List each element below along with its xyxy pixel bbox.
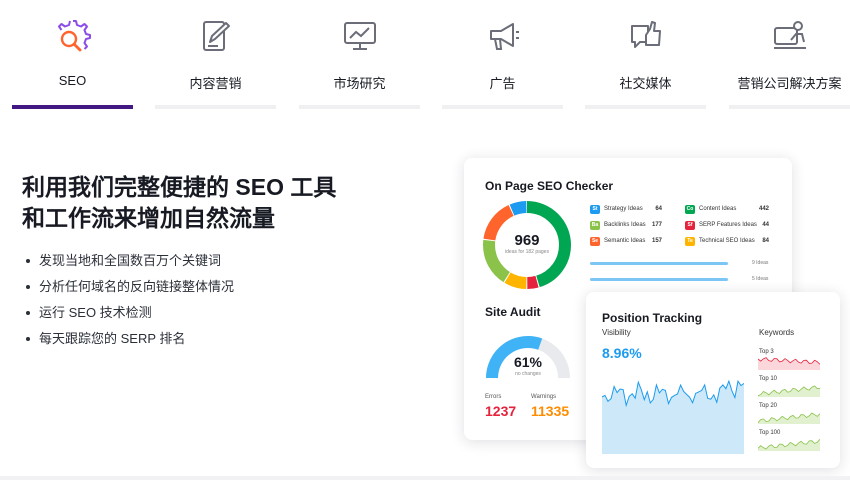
- idea-badge: Ba: [590, 221, 600, 230]
- tab-label: SEO: [58, 73, 87, 88]
- tab-active-indicator: [12, 105, 133, 109]
- idea-name: Content Ideas: [699, 206, 737, 212]
- idea-row-content: Co Content Ideas 442: [685, 204, 771, 216]
- tab-label: 营销公司解决方案: [737, 76, 842, 91]
- page-root: SEO 内容营销 市场研究 广告 社交媒体 营销公司解决方案 利用我们完整便捷的…: [0, 0, 850, 480]
- visibility-chart: [602, 379, 744, 454]
- ideas-progress-label: 9 Ideas: [752, 260, 769, 266]
- ideas-total: 969: [514, 232, 540, 249]
- section-divider: [0, 476, 850, 480]
- visibility-label: Visibility: [602, 328, 631, 337]
- tab-indicator: [299, 105, 420, 109]
- seo-gear-magnifier-icon: [57, 20, 91, 52]
- tab-label: 市场研究: [333, 76, 386, 91]
- thumbs-up-chat-icon: [630, 21, 661, 48]
- idea-badge: Te: [685, 237, 695, 246]
- site-audit-percent: 61%: [513, 354, 543, 370]
- position-tracking-card: Position Tracking Visibility 8.96% Keywo…: [586, 292, 840, 468]
- tab-agency-solutions[interactable]: 营销公司解决方案: [729, 0, 850, 112]
- idea-row-technical: Te Technical SEO Ideas 84: [685, 236, 771, 248]
- idea-badge: St: [590, 205, 600, 214]
- ideas-total-caption: ideas for 182 pages: [505, 249, 549, 255]
- idea-count: 442: [758, 206, 769, 212]
- idea-badge: Sf: [685, 221, 695, 230]
- idea-count: 177: [651, 222, 662, 228]
- feature-list: 发现当地和全国数百万个关键词 分析任何域名的反向链接整体情况 运行 SEO 技术…: [26, 252, 234, 356]
- tab-market-research[interactable]: 市场研究: [299, 0, 420, 112]
- keyword-sparkline-top3: [758, 357, 820, 370]
- keyword-group-label: Top 100: [759, 430, 781, 436]
- tab-label: 社交媒体: [619, 76, 672, 91]
- idea-count: 84: [762, 238, 769, 244]
- feature-item: 分析任何域名的反向链接整体情况: [26, 278, 234, 304]
- tab-label: 内容营销: [189, 76, 242, 91]
- tab-label: 广告: [489, 76, 516, 91]
- tab-social-media[interactable]: 社交媒体: [585, 0, 706, 112]
- ideas-progress-label: 5 Ideas: [752, 276, 769, 282]
- idea-badge: Se: [590, 237, 600, 246]
- monitor-chart-icon: [343, 22, 376, 50]
- keywords-label: Keywords: [759, 328, 795, 337]
- tab-advertising[interactable]: 广告: [442, 0, 563, 112]
- tab-content-marketing[interactable]: 内容营销: [155, 0, 276, 112]
- warnings-value: 11335: [531, 403, 570, 419]
- pencil-edit-icon: [202, 21, 230, 51]
- tab-seo[interactable]: SEO: [12, 0, 133, 112]
- presenter-board-icon: [773, 21, 806, 49]
- idea-row-strategy: St Strategy Ideas 64: [590, 204, 666, 216]
- keyword-sparkline-top100: [758, 438, 820, 451]
- feature-item: 运行 SEO 技术检测: [26, 304, 234, 330]
- position-tracking-title: Position Tracking: [602, 311, 703, 325]
- megaphone-icon: [489, 23, 519, 50]
- tab-indicator: [442, 105, 563, 109]
- keyword-group-label: Top 3: [759, 349, 774, 355]
- visibility-value: 8.96%: [602, 345, 642, 361]
- solution-tabs: SEO 内容营销 市场研究 广告 社交媒体 营销公司解决方案: [12, 0, 850, 112]
- tab-indicator: [729, 105, 850, 109]
- keyword-sparkline-top10: [758, 385, 820, 397]
- onpage-title: On Page SEO Checker: [485, 179, 614, 193]
- errors-value: 1237: [485, 403, 517, 419]
- hero-headline: 利用我们完整便捷的 SEO 工具和工作流来增加自然流量: [22, 174, 337, 231]
- idea-name: Backlinks Ideas: [604, 222, 646, 228]
- ideas-progress-bar: [590, 278, 728, 281]
- feature-item: 每天跟踪您的 SERP 排名: [26, 330, 234, 356]
- keyword-sparkline-top20: [758, 412, 820, 424]
- idea-row-backlinks: Ba Backlinks Ideas 177: [590, 220, 666, 232]
- idea-name: Semantic Ideas: [604, 238, 646, 244]
- idea-count: 44: [762, 222, 769, 228]
- idea-row-semantic: Se Semantic Ideas 157: [590, 236, 666, 248]
- ideas-progress-bar: [590, 262, 728, 265]
- idea-count: 64: [655, 206, 662, 212]
- ideas-total-block: 969 ideas for 182 pages: [504, 232, 550, 255]
- tab-indicator: [585, 105, 706, 109]
- feature-item: 发现当地和全国数百万个关键词: [26, 252, 234, 278]
- warnings-label: Warnings: [531, 394, 557, 400]
- site-audit-caption: no changes: [515, 371, 541, 377]
- keyword-group-label: Top 10: [759, 376, 778, 382]
- idea-name: Strategy Ideas: [604, 206, 643, 212]
- idea-name: Technical SEO Ideas: [699, 238, 755, 244]
- tab-indicator: [155, 105, 276, 109]
- idea-badge: Co: [685, 205, 695, 214]
- idea-count: 157: [651, 238, 662, 244]
- site-audit-title: Site Audit: [485, 305, 541, 319]
- keyword-group-label: Top 20: [759, 403, 778, 409]
- idea-row-serp-features: Sf SERP Features Ideas 44: [685, 220, 771, 232]
- errors-label: Errors: [485, 394, 502, 400]
